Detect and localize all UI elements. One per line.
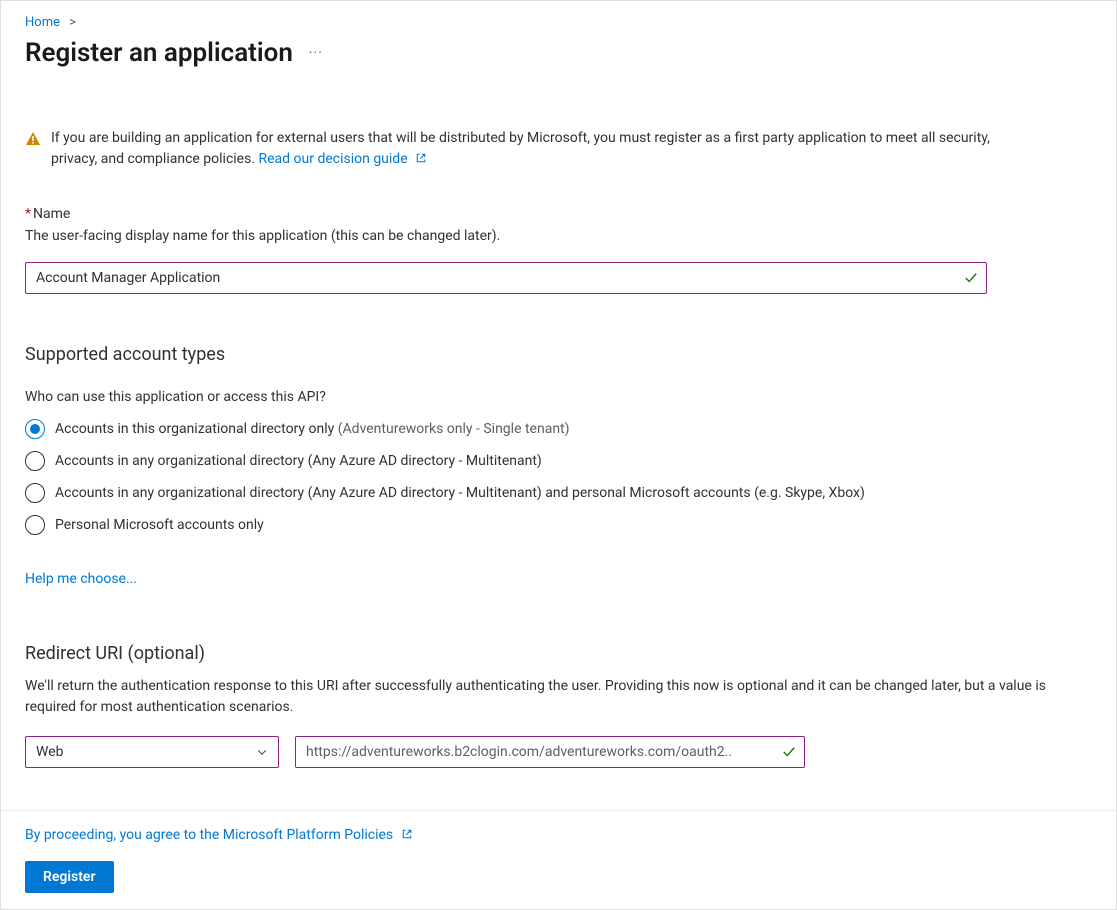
warning-icon	[25, 131, 41, 147]
account-type-option-3[interactable]: Personal Microsoft accounts only	[25, 515, 1092, 535]
footer: By proceeding, you agree to the Microsof…	[1, 810, 1116, 909]
breadcrumb: Home >	[25, 13, 1092, 38]
chevron-down-icon	[256, 746, 268, 758]
redirect-uri-input-wrapper	[295, 736, 805, 768]
account-types-question: Who can use this application or access t…	[25, 389, 1092, 405]
account-types-radio-group: Accounts in this organizational director…	[25, 419, 1092, 535]
radio-icon	[25, 483, 45, 503]
page-title: Register an application	[25, 38, 293, 68]
name-description: The user-facing display name for this ap…	[25, 228, 1092, 244]
account-type-label: Accounts in this organizational director…	[55, 421, 570, 437]
checkmark-icon	[964, 271, 978, 285]
name-input[interactable]	[34, 269, 964, 287]
external-link-icon	[415, 152, 427, 164]
register-button[interactable]: Register	[25, 861, 114, 893]
account-type-option-0[interactable]: Accounts in this organizational director…	[25, 419, 1092, 439]
name-input-wrapper	[25, 262, 987, 294]
more-icon[interactable]: ···	[309, 45, 323, 61]
platform-dropdown-value: Web	[36, 744, 64, 760]
radio-icon	[25, 419, 45, 439]
account-type-label: Accounts in any organizational directory…	[55, 485, 865, 501]
help-me-choose-link[interactable]: Help me choose...	[25, 571, 137, 587]
info-banner: If you are building an application for e…	[25, 128, 1092, 170]
account-type-label: Personal Microsoft accounts only	[55, 517, 264, 533]
platform-policies-link[interactable]: By proceeding, you agree to the Microsof…	[25, 827, 413, 843]
external-link-icon	[401, 828, 413, 840]
account-type-label: Accounts in any organizational directory…	[55, 453, 542, 469]
checkmark-icon	[782, 745, 796, 759]
redirect-uri-input[interactable]	[304, 743, 782, 761]
platform-dropdown[interactable]: Web	[25, 736, 279, 768]
account-type-option-1[interactable]: Accounts in any organizational directory…	[25, 451, 1092, 471]
name-label: *Name	[25, 206, 1092, 222]
decision-guide-link[interactable]: Read our decision guide	[259, 151, 428, 167]
breadcrumb-home[interactable]: Home	[25, 15, 60, 30]
account-types-title: Supported account types	[25, 344, 1092, 365]
banner-text: If you are building an application for e…	[51, 130, 990, 167]
radio-icon	[25, 451, 45, 471]
account-type-option-2[interactable]: Accounts in any organizational directory…	[25, 483, 1092, 503]
redirect-uri-description: We'll return the authentication response…	[25, 676, 1092, 718]
radio-icon	[25, 515, 45, 535]
redirect-uri-title: Redirect URI (optional)	[25, 643, 1092, 664]
chevron-right-icon: >	[69, 15, 76, 30]
